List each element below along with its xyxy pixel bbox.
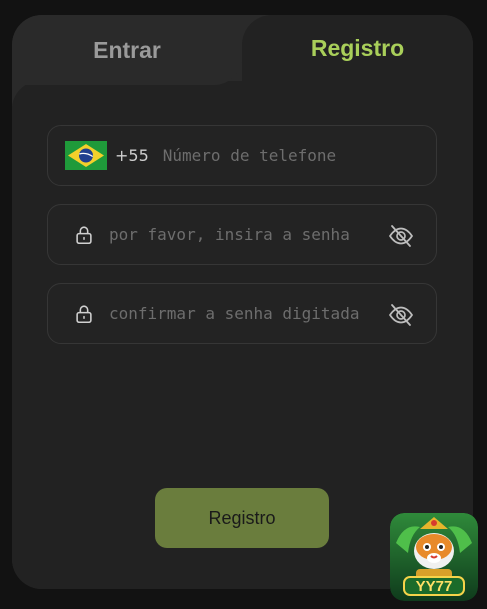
register-button[interactable]: Registro [155, 488, 329, 548]
tiger-mascot-icon: YY77 [390, 513, 478, 601]
country-code[interactable]: +55 [115, 146, 149, 165]
password-field[interactable] [47, 204, 437, 265]
eye-off-icon[interactable] [387, 301, 415, 329]
auth-panel: +55 Número de telefone Entrar Registro R… [12, 15, 473, 589]
lock-icon [76, 304, 92, 323]
password-input[interactable] [109, 225, 367, 244]
lock-icon [76, 225, 92, 244]
confirm-password-input[interactable] [109, 304, 367, 323]
tab-login[interactable]: Entrar [12, 15, 242, 85]
phone-field[interactable]: +55 [47, 125, 437, 186]
brazil-flag-icon [65, 141, 107, 170]
badge-text: YY77 [416, 578, 453, 595]
confirm-password-field[interactable] [47, 283, 437, 344]
app-logo[interactable]: YY77 [390, 513, 478, 601]
tab-register[interactable]: Registro [242, 15, 473, 81]
eye-off-icon[interactable] [387, 222, 415, 250]
phone-input[interactable] [162, 146, 403, 165]
